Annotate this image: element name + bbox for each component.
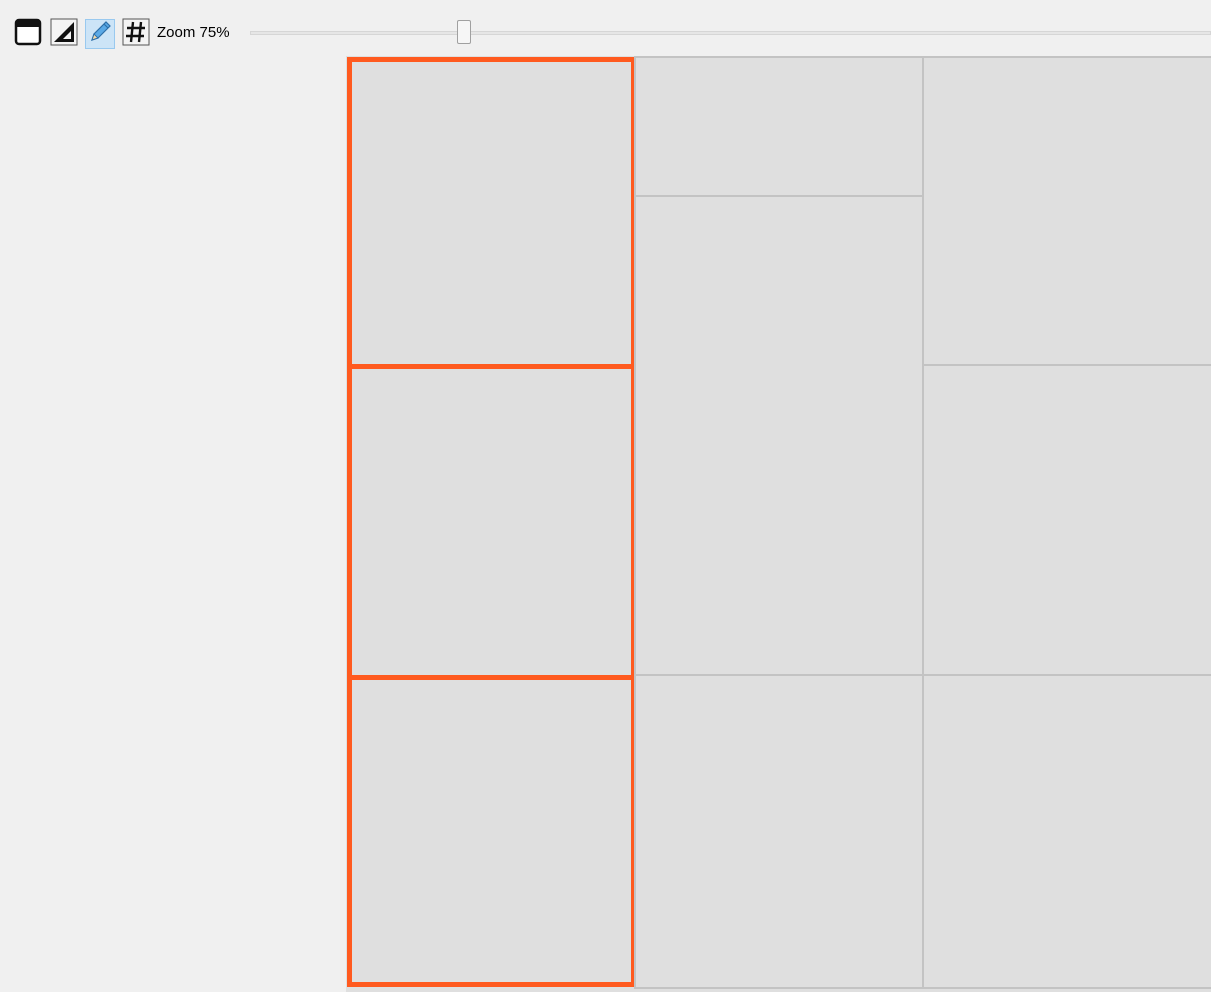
draw-tool-button[interactable]: [85, 19, 115, 49]
window-frame-icon: [14, 18, 42, 51]
panel-col2-row3[interactable]: [634, 674, 924, 989]
zoom-slider[interactable]: [250, 20, 1211, 48]
panel-col3-row2[interactable]: [922, 364, 1211, 678]
layout-editor-window: Zoom 75%: [0, 0, 1211, 992]
panel-col1-row3[interactable]: [347, 675, 636, 987]
panel-col3-row1[interactable]: [922, 56, 1211, 367]
triangle-ruler-icon: [50, 18, 78, 51]
panel-col1-row2[interactable]: [347, 364, 636, 682]
grid-tool-button[interactable]: [121, 18, 151, 51]
panel-col3-row3[interactable]: [922, 674, 1211, 989]
panel-col2-row2[interactable]: [634, 195, 924, 678]
zoom-slider-track[interactable]: [250, 31, 1211, 35]
frame-tool-button[interactable]: [13, 18, 43, 51]
panel-col2-row1[interactable]: [634, 56, 924, 198]
ruler-tool-button[interactable]: [49, 18, 79, 51]
zoom-slider-thumb[interactable]: [457, 20, 471, 44]
grid-hash-icon: [122, 18, 150, 51]
toolbar: Zoom 75%: [0, 0, 1211, 56]
zoom-label: Zoom 75%: [157, 24, 230, 41]
panel-col1-row1[interactable]: [347, 57, 636, 369]
page-layout-canvas: [346, 56, 1211, 992]
pencil-icon: [87, 19, 113, 50]
